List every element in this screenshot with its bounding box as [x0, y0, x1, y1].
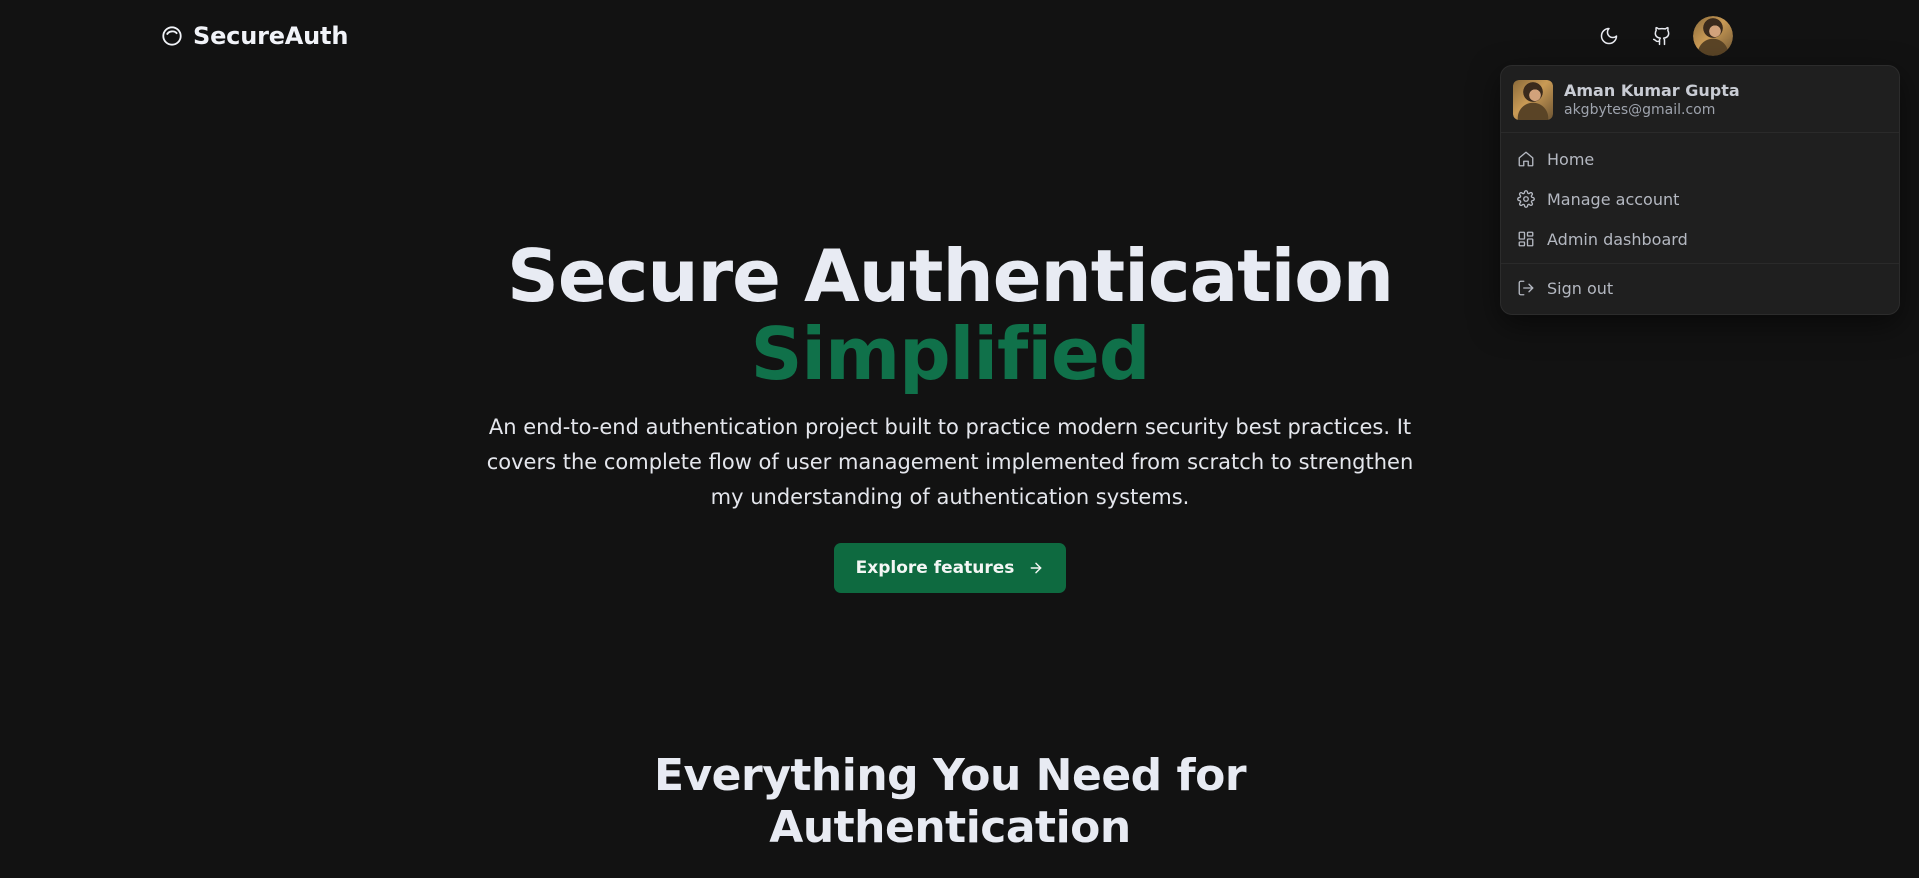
hero-description: An end-to-end authentication project bui… [486, 415, 1414, 509]
menu-item-label: Home [1547, 149, 1595, 169]
cta-label: Explore features [855, 558, 1015, 578]
page: SecureAuth Aman Kumar Gupta akgbytes@gma… [0, 0, 1919, 878]
features-heading-line2: Authentication [769, 802, 1131, 853]
avatar [1513, 80, 1553, 120]
avatar [1693, 16, 1733, 56]
header-actions [1590, 16, 1733, 56]
hero-section: Secure Authentication Simplified An end-… [0, 236, 1900, 593]
brand[interactable]: SecureAuth [161, 22, 348, 50]
features-heading: Everything You Need for Authentication [0, 750, 1900, 854]
arrow-right-icon [1030, 562, 1042, 574]
hero-title: Secure Authentication [507, 234, 1394, 318]
features-heading-line1: Everything You Need for [653, 750, 1247, 801]
github-link[interactable] [1643, 17, 1681, 55]
menu-item-manage-account[interactable]: Manage account [1501, 179, 1899, 219]
moon-icon [1600, 27, 1618, 45]
explore-features-button[interactable]: Explore features [833, 543, 1067, 593]
menu-item-home[interactable]: Home [1501, 139, 1899, 179]
logo-icon [162, 26, 182, 46]
user-email: akgbytes@gmail.com [1564, 102, 1716, 118]
theme-toggle-button[interactable] [1590, 17, 1628, 55]
user-name: Aman Kumar Gupta [1564, 81, 1740, 100]
user-avatar-button[interactable] [1693, 16, 1733, 56]
menu-item-label: Manage account [1547, 189, 1680, 209]
hero-accent: Simplified [750, 312, 1151, 396]
github-icon [1652, 26, 1670, 46]
dropdown-user-info: Aman Kumar Gupta akgbytes@gmail.com [1501, 66, 1899, 133]
dropdown-user-text: Aman Kumar Gupta akgbytes@gmail.com [1564, 81, 1740, 119]
gear-icon [1517, 190, 1535, 208]
home-icon [1518, 151, 1534, 167]
brand-name: SecureAuth [193, 22, 349, 50]
dropdown-avatar [1513, 80, 1553, 120]
